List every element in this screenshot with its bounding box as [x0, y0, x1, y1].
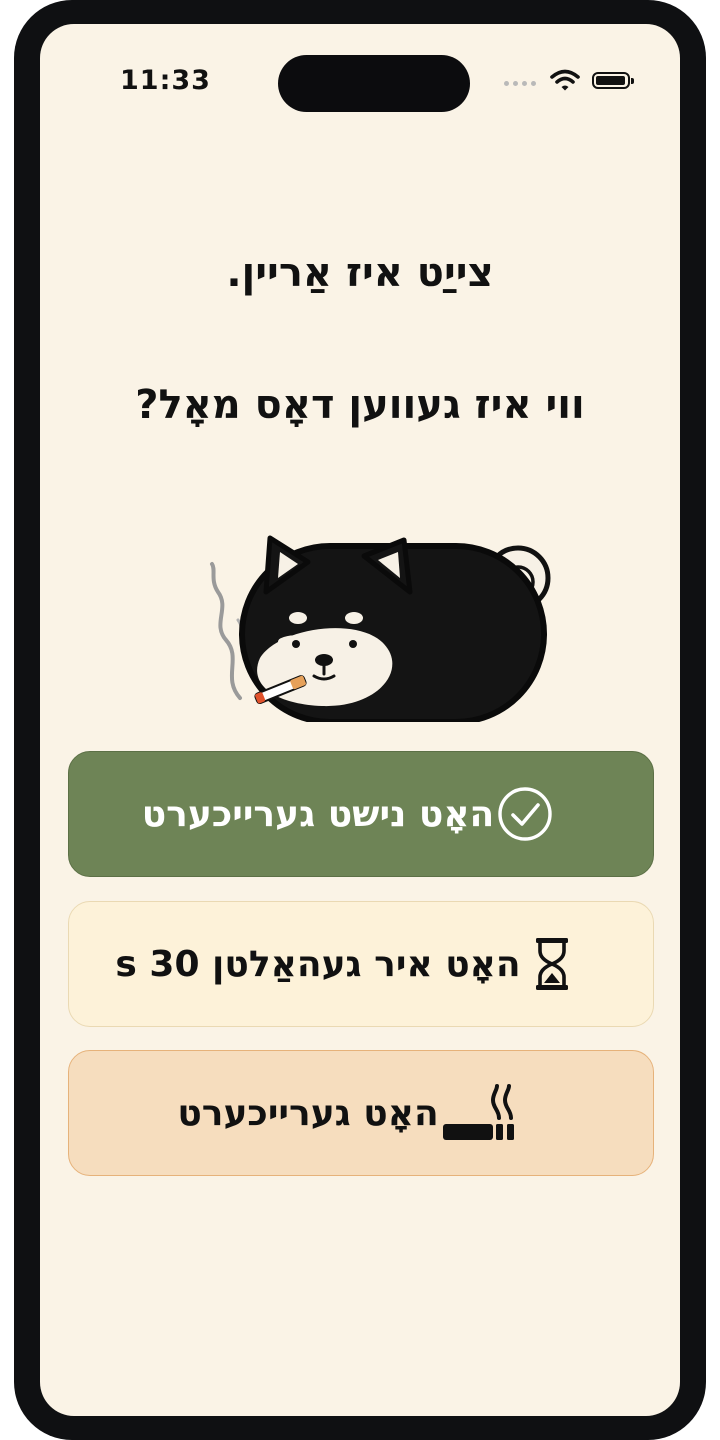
option-smoked-label: האָט גערייכערט	[177, 1092, 439, 1134]
hourglass-icon	[521, 933, 583, 995]
option-held-out-label: האָט איר געהאַלטן 30 s	[115, 943, 521, 985]
wifi-icon	[550, 69, 580, 91]
smoking-dog-mascot	[210, 535, 551, 722]
status-time: 11:33	[120, 65, 211, 96]
battery-icon	[592, 71, 634, 89]
phone-frame: 11:33 צייַט איז אַריין. ווי איז געווען ד…	[14, 0, 706, 1440]
prompt-line-1: צייַט איז אַריין.	[226, 250, 494, 296]
prompt-question: ווי איז געווען דאָס מאָל?	[135, 382, 585, 428]
option-held-out-button[interactable]: האָט איר געהאַלטן 30 s	[68, 901, 654, 1027]
option-smoked-button[interactable]: האָט גערייכערט	[68, 1050, 654, 1176]
option-did-not-smoke-button[interactable]: האָט נישט גערייכערט	[68, 751, 654, 877]
check-circle-icon	[494, 783, 556, 845]
app-screen: 11:33 צייַט איז אַריין. ווי איז געווען ד…	[40, 24, 680, 1416]
cellular-signal-icon	[504, 80, 536, 86]
cigarette-icon	[439, 1082, 521, 1144]
status-icons	[504, 69, 634, 91]
option-did-not-smoke-label: האָט נישט גערייכערט	[141, 793, 495, 835]
dynamic-island	[278, 55, 470, 112]
